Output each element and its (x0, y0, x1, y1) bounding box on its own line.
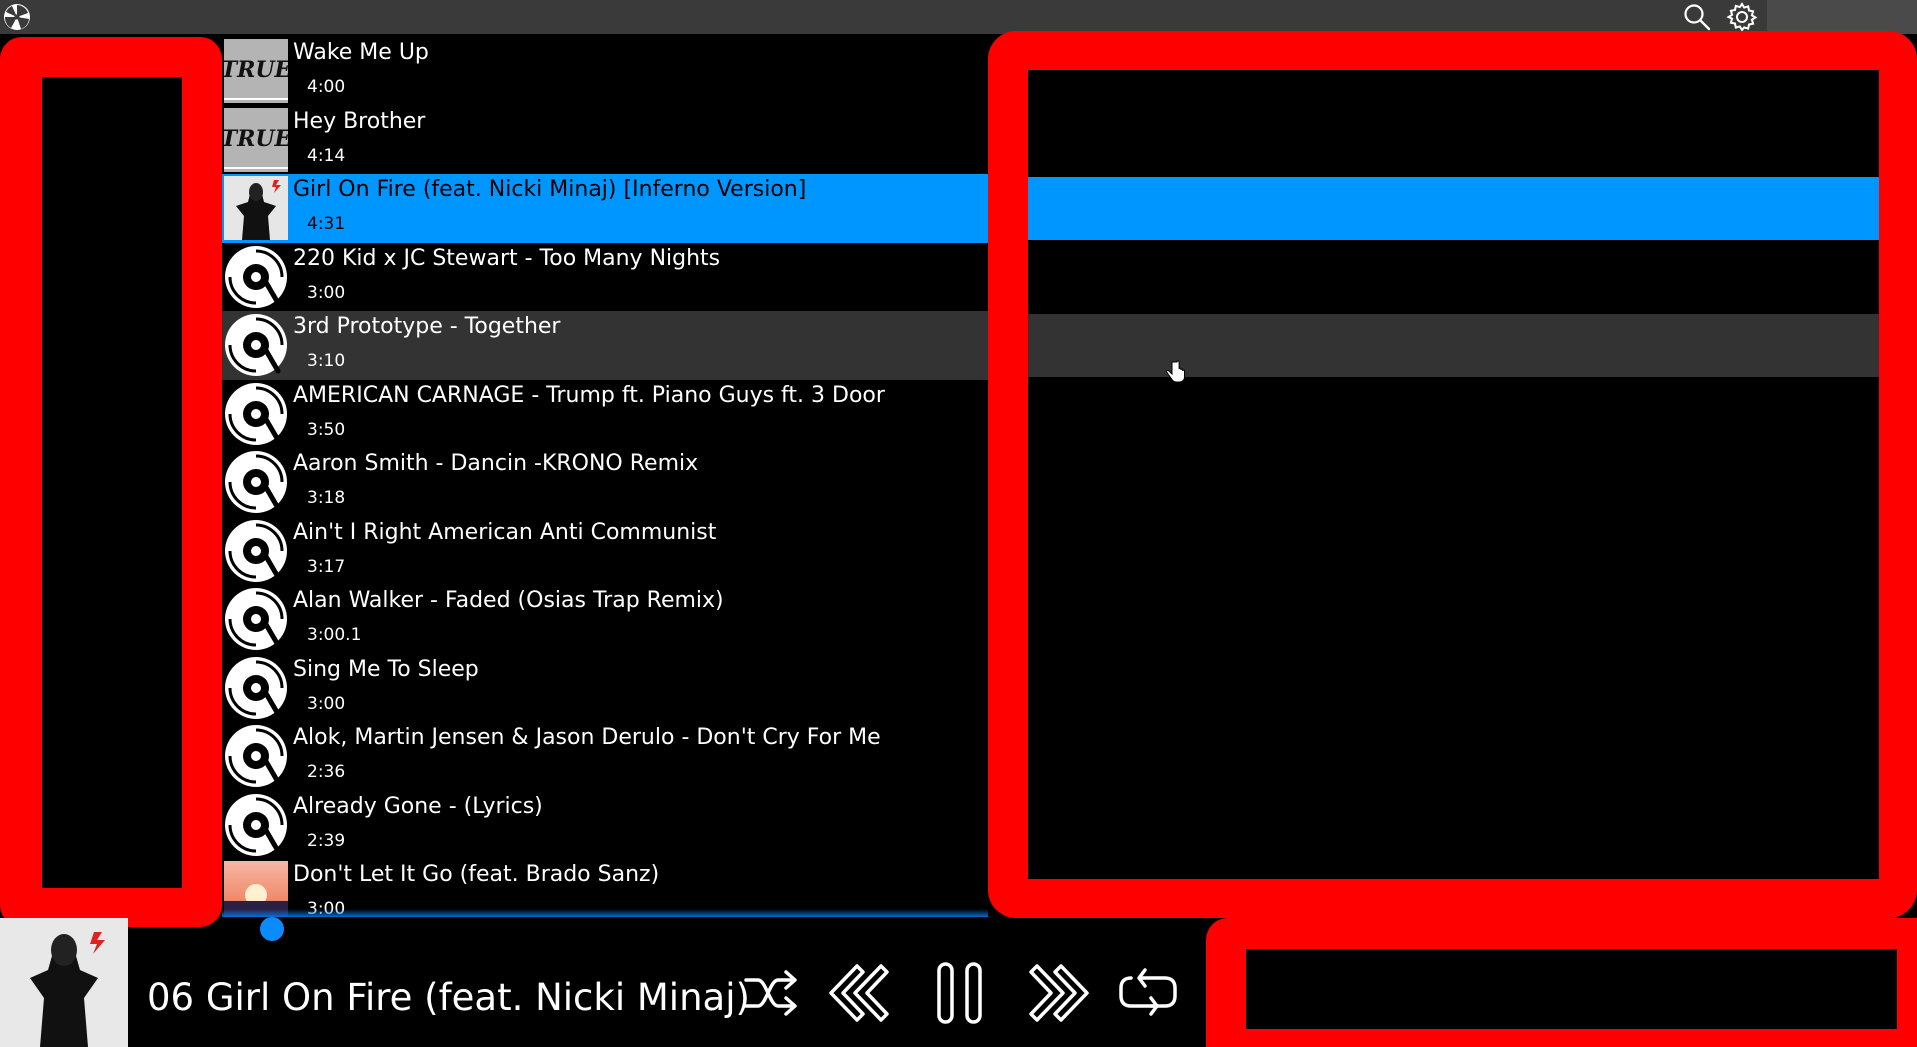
track-row[interactable]: TRUE Wake Me Up 4:00 (222, 37, 988, 106)
top-bar (0, 0, 1917, 34)
progress-knob[interactable] (260, 917, 284, 941)
redacted-right-panel (988, 31, 1917, 918)
track-row[interactable]: Girl On Fire (feat. Nicki Minaj) [Infern… (222, 174, 988, 243)
track-row[interactable]: Aaron Smith - Dancin -KRONO Remix 3:18 (222, 448, 988, 517)
track-title: AMERICAN CARNAGE - Trump ft. Piano Guys … (293, 382, 885, 408)
track-row[interactable]: Alok, Martin Jensen & Jason Derulo - Don… (222, 722, 988, 791)
redacted-bottom-panel-inner (1246, 949, 1897, 1029)
track-title: Don't Let It Go (feat. Brado Sanz) (293, 862, 660, 887)
track-duration: 4:14 (307, 145, 346, 166)
disc-icon (224, 519, 288, 583)
track-duration: 3:10 (307, 351, 346, 371)
track-row[interactable]: TRUE Hey Brother 4:14 (222, 106, 988, 175)
hover-row-highlight-extension (1028, 314, 1879, 377)
repeat-icon[interactable] (1113, 958, 1183, 1028)
progress-bar[interactable] (222, 909, 988, 917)
track-row[interactable]: AMERICAN CARNAGE - Trump ft. Piano Guys … (222, 380, 988, 449)
track-title: Alan Walker - Faded (Osias Trap Remix) (293, 588, 724, 613)
track-row[interactable]: Ain't I Right American Anti Communist 3:1… (222, 517, 988, 586)
previous-icon[interactable] (823, 958, 893, 1028)
track-duration: 3:17 (307, 556, 346, 577)
redacted-left-panel (0, 37, 222, 927)
track-duration: 4:31 (307, 214, 346, 234)
top-bar-right-panel (1767, 0, 1917, 34)
track-row[interactable]: 220 Kid x JC Stewart - Too Many Nights 3:… (222, 243, 988, 312)
disc-icon (224, 587, 288, 651)
track-list[interactable]: TRUE Wake Me Up 4:00 TRUE Hey Brother 4:14 Gir… (222, 37, 988, 917)
hand-cursor-icon (1166, 360, 1185, 383)
track-title: 3rd Prototype - Together (293, 314, 561, 339)
track-title: Already Gone - (Lyrics) (293, 793, 543, 819)
pause-icon[interactable] (925, 958, 995, 1028)
track-title: 220 Kid x JC Stewart - Too Many Nights (293, 245, 721, 271)
redacted-bottom-panel (1206, 918, 1917, 1047)
track-title: Hey Brother (293, 108, 426, 134)
track-row[interactable]: 3rd Prototype - Together 3:10 (222, 311, 988, 380)
track-title: Aaron Smith - Dancin -KRONO Remix (293, 451, 699, 476)
track-duration: 3:18 (307, 488, 346, 508)
track-title: Ain't I Right American Anti Communist (293, 519, 717, 545)
track-title: Girl On Fire (feat. Nicki Minaj) [Infern… (293, 177, 807, 202)
track-duration: 3:00 (307, 282, 346, 303)
redacted-right-panel-inner (1028, 70, 1879, 879)
svg-text:TRUE: TRUE (224, 57, 288, 83)
disc-icon (224, 793, 288, 857)
track-duration: 2:36 (307, 762, 346, 782)
now-playing-album-art (0, 918, 128, 1047)
track-title: Alok, Martin Jensen & Jason Derulo - Don… (293, 725, 881, 750)
track-duration: 3:50 (307, 419, 346, 440)
active-row-highlight-extension (1028, 177, 1879, 240)
shuffle-icon[interactable] (738, 958, 808, 1028)
now-playing-title: 06 Girl On Fire (feat. Nicki Minaj) (147, 976, 750, 1019)
gear-icon[interactable] (1726, 1, 1758, 33)
track-duration: 3:00 (307, 693, 346, 714)
disc-icon (224, 313, 288, 377)
track-title: Sing Me To Sleep (293, 656, 479, 682)
disc-icon (224, 724, 288, 788)
redacted-left-panel-inner (42, 77, 182, 888)
track-row[interactable]: Sing Me To Sleep 3:00 (222, 654, 988, 723)
pinwheel-logo-icon[interactable] (2, 2, 32, 32)
album-cover (224, 176, 288, 240)
search-icon[interactable] (1682, 2, 1712, 32)
disc-icon (224, 245, 288, 309)
track-duration: 2:39 (307, 830, 346, 851)
album-cover: TRUE (224, 107, 288, 172)
disc-icon (224, 450, 288, 514)
track-duration: 3:00.1 (307, 625, 362, 645)
disc-icon (224, 656, 288, 720)
track-duration: 4:00 (307, 77, 346, 97)
svg-text:TRUE: TRUE (224, 126, 288, 152)
album-cover: TRUE (224, 39, 288, 103)
next-icon[interactable] (1025, 958, 1095, 1028)
track-row[interactable]: Alan Walker - Faded (Osias Trap Remix) 3:… (222, 585, 988, 654)
track-title: Wake Me Up (293, 40, 429, 65)
disc-icon (224, 382, 288, 446)
track-row[interactable]: Already Gone - (Lyrics) 2:39 (222, 791, 988, 860)
music-player-app: TRUE Wake Me Up 4:00 TRUE Hey Brother 4:14 Gir… (0, 0, 1917, 1047)
